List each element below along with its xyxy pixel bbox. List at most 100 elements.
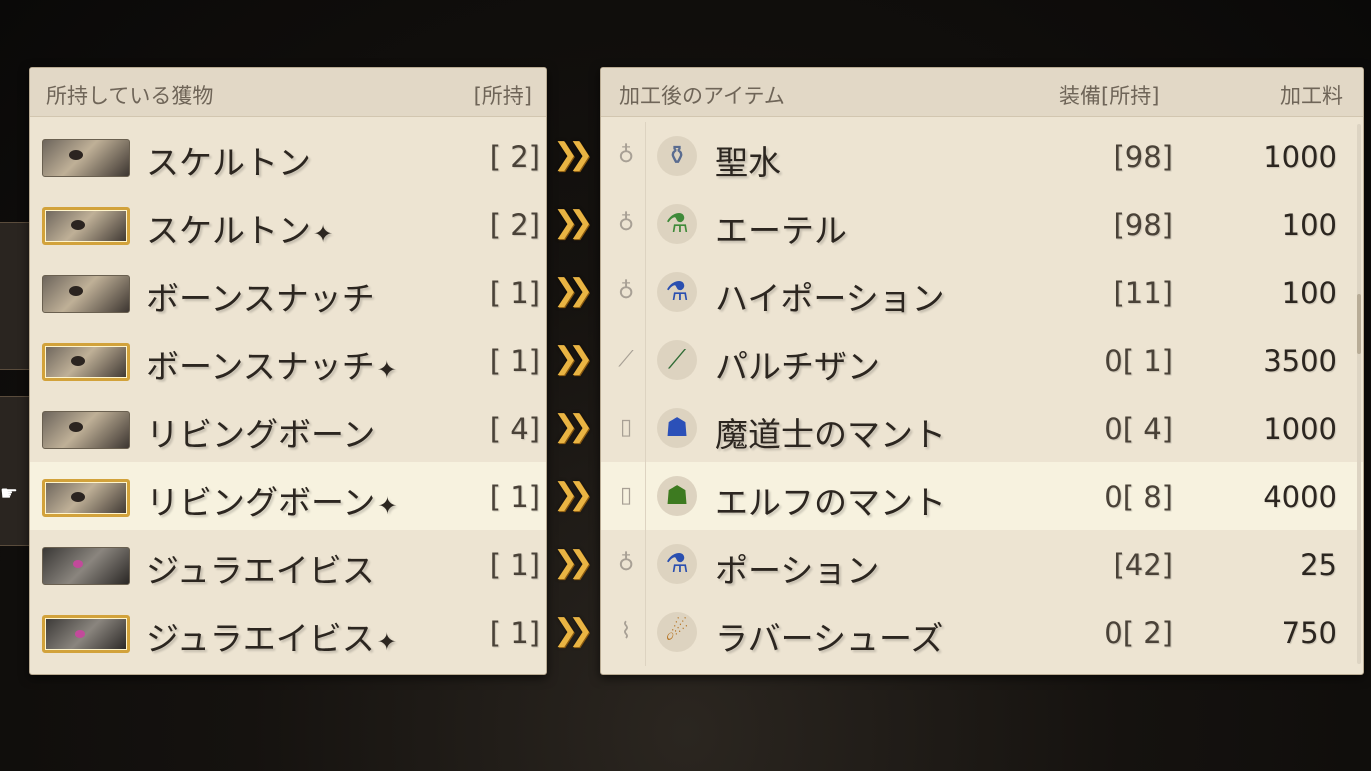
item-name: ラバーシューズ <box>715 619 944 658</box>
row-divider <box>645 122 646 190</box>
bird-monster-portrait <box>42 615 130 653</box>
skeleton-monster-portrait <box>42 139 130 177</box>
prey-name: ボーンスナッチ✦ <box>146 340 397 388</box>
prey-row[interactable]: ボーンスナッチ✦ [ 1] <box>30 326 546 394</box>
item-equipped-owned-count: 0[ 8] <box>1104 480 1173 514</box>
cloak-type-icon: ▯ <box>619 415 633 440</box>
item-glyph: ⚗ <box>665 209 689 239</box>
side-tab-upper <box>0 222 31 370</box>
prey-owned-count: [ 1] <box>489 480 540 514</box>
equip-owned-header: 装備[所持] <box>1059 84 1160 108</box>
prey-name-text: リビングボーン <box>146 483 376 522</box>
prey-owned-count: [ 1] <box>489 344 540 378</box>
item-name: パルチザン <box>715 347 880 386</box>
owned-prey-header: 所持している獲物 [所持] <box>30 68 546 117</box>
prey-name-text: ジュラエイビス <box>146 619 375 658</box>
portrait-eye <box>69 286 83 296</box>
item-equipped-owned-count: [11] <box>1113 276 1173 310</box>
prey-name: ジュラエイビス <box>146 544 375 592</box>
prey-name-text: ボーンスナッチ <box>146 347 375 386</box>
prey-name: スケルトン✦ <box>146 204 333 252</box>
prey-owned-count: [ 2] <box>489 140 540 174</box>
fee-header: 加工料 <box>1280 84 1343 108</box>
prey-name: リビングボーン <box>146 408 375 456</box>
skeleton-monster-portrait <box>42 275 130 313</box>
prey-row[interactable]: ジュラエイビス✦ [ 1] <box>30 598 546 666</box>
elf-cloak-icon: ☗ <box>657 476 697 516</box>
double-chevron-right-icon: ❯❯ <box>553 409 593 444</box>
potion-type-icon: ♁ <box>617 279 635 304</box>
item-row[interactable]: ▯ ☗ 魔道士のマント 0[ 4] 1000 <box>601 394 1363 462</box>
rare-sparkle-icon: ✦ <box>376 356 397 384</box>
prey-name-text: ボーンスナッチ <box>146 279 375 318</box>
item-equipped-owned-count: [98] <box>1113 208 1173 242</box>
row-divider <box>645 462 646 530</box>
row-divider <box>645 530 646 598</box>
prey-owned-count: [ 1] <box>489 616 540 650</box>
processing-fee: 1000 <box>1263 412 1337 446</box>
item-equipped-owned-count: [42] <box>1113 548 1173 582</box>
prey-owned-count: [ 2] <box>489 208 540 242</box>
item-name: ポーション <box>715 551 880 590</box>
skeleton-monster-portrait <box>42 411 130 449</box>
prey-row[interactable]: ボーンスナッチ [ 1] <box>30 258 546 326</box>
item-glyph: ⚗ <box>665 277 689 307</box>
portrait-eye <box>69 422 83 432</box>
double-chevron-right-icon: ❯❯ <box>553 545 593 580</box>
item-row[interactable]: ♁ ⚱ 聖水 [98] 1000 <box>601 122 1363 190</box>
item-row[interactable]: ⟋ ⟋ パルチザン 0[ 1] 3500 <box>601 326 1363 394</box>
item-glyph: ⟋ <box>667 345 687 375</box>
potion-type-icon: ♁ <box>617 551 635 576</box>
item-name: ハイポーション <box>715 279 945 318</box>
item-row[interactable]: ♁ ⚗ ハイポーション [11] 100 <box>601 258 1363 326</box>
prey-name-text: スケルトン <box>146 211 311 250</box>
item-row[interactable]: ⌇ ☄ ラバーシューズ 0[ 2] 750 <box>601 598 1363 666</box>
portrait-eye <box>71 220 85 230</box>
row-divider <box>645 598 646 666</box>
item-equipped-owned-count: [98] <box>1113 140 1173 174</box>
prey-row[interactable]: スケルトン [ 2] <box>30 122 546 190</box>
rare-sparkle-icon: ✦ <box>376 628 397 656</box>
processed-items-header: 加工後のアイテム 装備[所持] 加工料 <box>601 68 1363 117</box>
skeleton-monster-portrait <box>42 479 130 517</box>
portrait-eye <box>71 356 85 366</box>
rare-sparkle-icon: ✦ <box>313 220 334 248</box>
item-row[interactable]: ♁ ⚗ ポーション [42] 25 <box>601 530 1363 598</box>
scrollbar-thumb[interactable] <box>1357 294 1361 354</box>
prey-name-text: スケルトン <box>146 143 311 182</box>
processing-fee: 100 <box>1281 276 1337 310</box>
prey-row[interactable]: リビングボーン [ 4] <box>30 394 546 462</box>
item-glyph: ⚗ <box>665 549 689 579</box>
item-name: エーテル <box>715 211 847 250</box>
prey-row[interactable]: ジュラエイビス [ 1] <box>30 530 546 598</box>
double-chevron-right-icon: ❯❯ <box>553 273 593 308</box>
bird-monster-portrait <box>42 547 130 585</box>
processed-items-panel: 加工後のアイテム 装備[所持] 加工料 ♁ ⚱ 聖水 [98] 1000 ♁ ⚗ エーテル [9… <box>600 67 1364 675</box>
spear-type-icon: ⟋ <box>618 347 634 372</box>
row-divider <box>645 394 646 462</box>
item-row[interactable]: ▯ ☗ エルフのマント 0[ 8] 4000 <box>601 462 1363 530</box>
rare-sparkle-icon: ✦ <box>377 492 398 520</box>
prey-row[interactable]: スケルトン✦ [ 2] <box>30 190 546 258</box>
item-glyph: ☄ <box>665 617 689 647</box>
row-divider <box>645 190 646 258</box>
partisan-icon: ⟋ <box>657 340 697 380</box>
item-row[interactable]: ♁ ⚗ エーテル [98] 100 <box>601 190 1363 258</box>
potion-type-icon: ♁ <box>617 143 635 168</box>
double-chevron-right-icon: ❯❯ <box>553 205 593 240</box>
double-chevron-right-icon: ❯❯ <box>553 341 593 376</box>
item-equipped-owned-count: 0[ 2] <box>1104 616 1173 650</box>
item-list-scrollbar[interactable] <box>1357 124 1361 664</box>
cloak-type-icon: ▯ <box>619 483 633 508</box>
rubber-shoes-icon: ☄ <box>657 612 697 652</box>
prey-name-text: リビングボーン <box>146 415 376 454</box>
processed-items-title: 加工後のアイテム <box>619 84 785 108</box>
item-name: 魔道士のマント <box>715 415 946 454</box>
prey-row[interactable]: リビングボーン✦ [ 1] <box>30 462 546 530</box>
hi-potion-icon: ⚗ <box>657 272 697 312</box>
portrait-eye <box>71 492 85 502</box>
side-tab-lower <box>0 396 31 546</box>
prey-name: ボーンスナッチ <box>146 272 375 320</box>
pointer-hand-icon: ☛ <box>0 481 18 505</box>
portrait-eye <box>73 560 83 568</box>
